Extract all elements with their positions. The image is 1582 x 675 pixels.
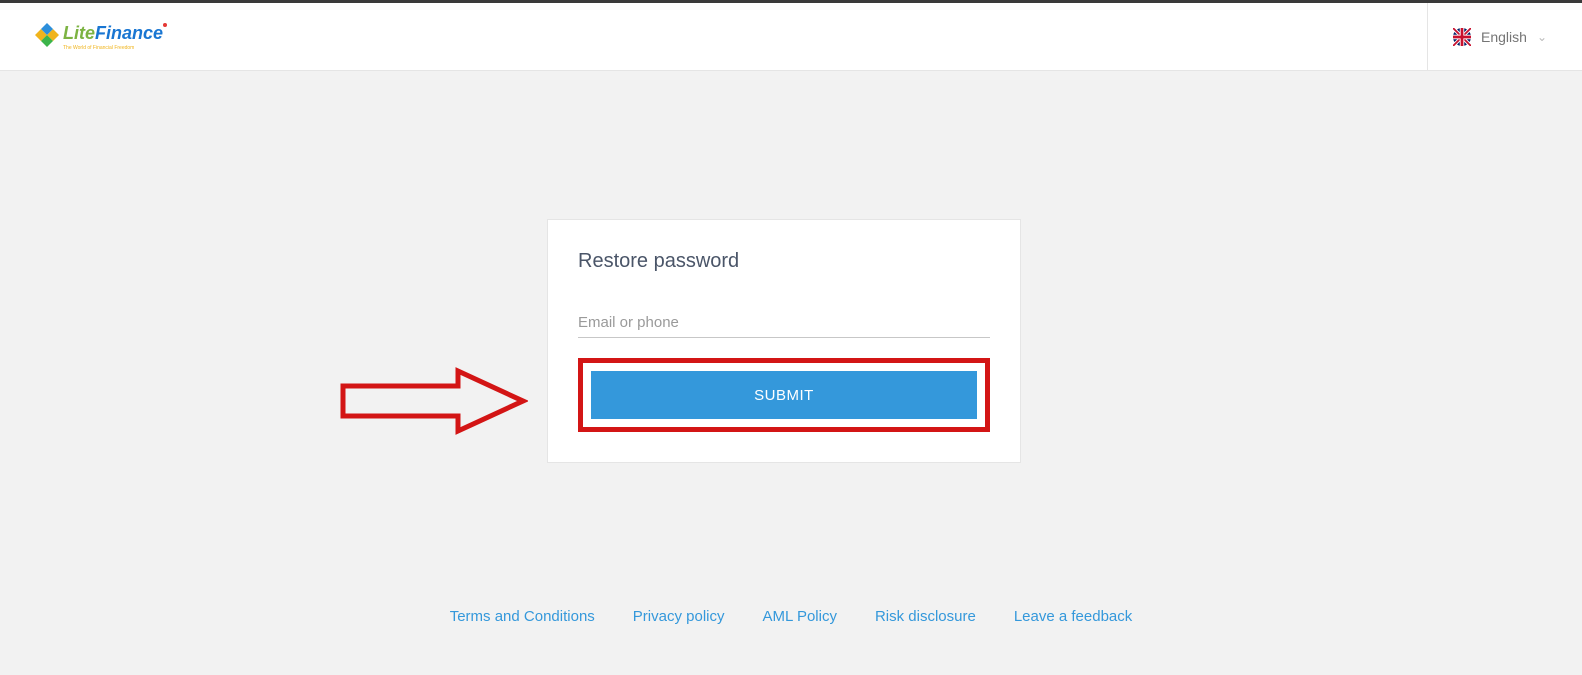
annotation-arrow-icon [338, 366, 528, 436]
annotation-highlight-box: SUBMIT [578, 358, 990, 432]
restore-password-card: Restore password SUBMIT [547, 219, 1021, 463]
svg-text:LiteFinance: LiteFinance [63, 23, 163, 43]
language-selector[interactable]: English ⌄ [1427, 3, 1547, 71]
chevron-down-icon: ⌄ [1537, 30, 1547, 44]
footer-links: Terms and Conditions Privacy policy AML … [0, 608, 1582, 625]
footer-link-aml[interactable]: AML Policy [763, 608, 837, 625]
card-title: Restore password [578, 250, 990, 273]
footer-link-terms[interactable]: Terms and Conditions [450, 608, 595, 625]
main-content: Restore password SUBMIT Terms and Condit… [0, 71, 1582, 631]
footer-link-feedback[interactable]: Leave a feedback [1014, 608, 1132, 625]
language-label: English [1481, 29, 1527, 45]
footer-link-risk[interactable]: Risk disclosure [875, 608, 976, 625]
email-or-phone-input[interactable] [578, 308, 990, 338]
footer-link-privacy[interactable]: Privacy policy [633, 608, 725, 625]
svg-text:The World of Financial Freedom: The World of Financial Freedom [63, 45, 134, 51]
logo[interactable]: LiteFinance The World of Financial Freed… [35, 17, 175, 57]
submit-button[interactable]: SUBMIT [591, 371, 977, 419]
uk-flag-icon [1453, 28, 1471, 46]
logo-icon: LiteFinance The World of Financial Freed… [35, 17, 175, 57]
header: LiteFinance The World of Financial Freed… [0, 3, 1582, 71]
